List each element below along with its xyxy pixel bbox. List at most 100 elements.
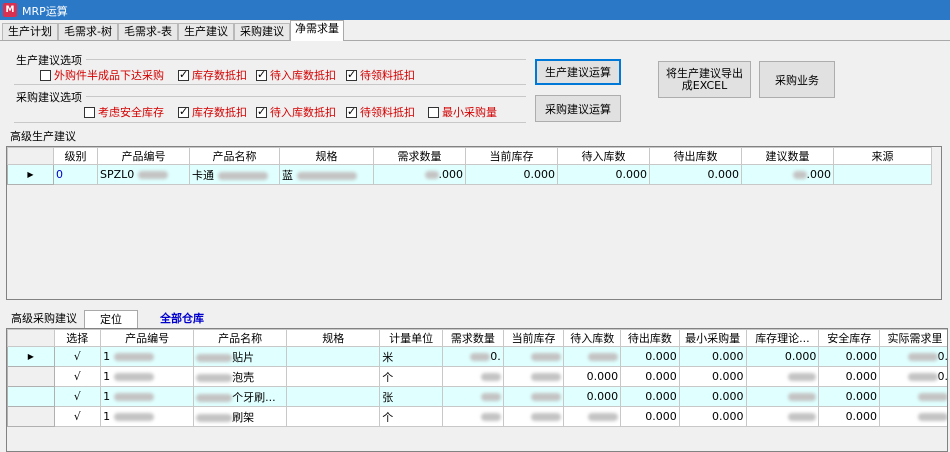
checkbox-icon[interactable] [40, 70, 51, 81]
col-header[interactable]: 待出库数 [620, 329, 680, 347]
col-header[interactable]: 建议数量 [741, 147, 834, 165]
checkbox-icon[interactable] [428, 107, 439, 118]
cell-out[interactable]: 0.000 [620, 386, 680, 407]
cell-safe[interactable]: 0.000 [818, 406, 881, 427]
cell-theory[interactable] [745, 406, 820, 427]
cell-actual[interactable] [879, 386, 947, 407]
cell-in[interactable]: 0.000 [563, 366, 622, 387]
cell-actual[interactable] [879, 406, 947, 427]
cell-name[interactable]: 刷架 [193, 406, 288, 427]
cell-code[interactable]: 1 [100, 366, 195, 387]
table-row[interactable]: ▶ 0 SPZL0 卡通 蓝 .000 0.000 0.000 0.000 .0… [7, 164, 932, 185]
col-header[interactable]: 安全库存 [818, 329, 881, 347]
cell-theory[interactable] [745, 386, 820, 407]
col-header[interactable]: 实际需求里 [879, 329, 947, 347]
cell-demand[interactable] [442, 406, 504, 427]
table-row[interactable]: √ 1 泡壳个 0.000 0.000 0.000 0.000 0. [7, 366, 947, 387]
cell-name[interactable]: 贴片 [193, 346, 288, 367]
opt-prod-incoming-deduct[interactable]: 待入库数抵扣 [256, 67, 336, 83]
tab-production-plan[interactable]: 生产计划 [2, 23, 58, 40]
checkbox-checked-icon[interactable] [346, 105, 357, 118]
cell-stock[interactable] [502, 386, 565, 407]
purchase-advice-grid[interactable]: 选择 产品编号 产品名称 规格 计量单位 需求数量 当前库存 待入库数 待出库数… [6, 328, 948, 452]
cell-unit[interactable]: 米 [379, 346, 444, 367]
col-header[interactable]: 需求数量 [373, 147, 466, 165]
cell-outgoing[interactable]: 0.000 [649, 164, 742, 185]
purchase-calc-button[interactable]: 采购建议运算 [535, 95, 621, 122]
cell-out[interactable]: 0.000 [620, 346, 680, 367]
cell-min[interactable]: 0.000 [678, 406, 747, 427]
checkbox-checked-icon[interactable] [256, 105, 267, 118]
col-header[interactable]: 规格 [279, 147, 374, 165]
export-excel-button[interactable]: 将生产建议导出 成EXCEL [658, 61, 751, 98]
opt-purch-incoming-deduct[interactable]: 待入库数抵扣 [256, 104, 336, 120]
tab-locate[interactable]: 定位 [84, 310, 138, 328]
all-warehouses-link[interactable]: 全部仓库 [150, 310, 214, 328]
cell-theory[interactable]: 0.000 [745, 346, 820, 367]
purchase-business-button[interactable]: 采购业务 [759, 61, 835, 98]
cell-name[interactable]: 个牙刷... [193, 386, 288, 407]
cell-safe[interactable]: 0.000 [818, 366, 881, 387]
col-header[interactable]: 库存理论... [745, 329, 820, 347]
table-row[interactable]: √ 1 个牙刷... 张 0.000 0.000 0.000 0.000 [7, 386, 947, 407]
cell-name[interactable]: 卡通 [189, 164, 280, 185]
cell-demand[interactable] [442, 386, 504, 407]
cell-sel[interactable]: √ [53, 366, 102, 387]
cell-out[interactable]: 0.000 [620, 406, 680, 427]
opt-outsource-to-purchase[interactable]: 外购件半成品下达采购 [40, 67, 164, 83]
tab-gross-demand-table[interactable]: 毛需求-表 [118, 23, 178, 40]
cell-sel[interactable]: √ [53, 346, 102, 367]
cell-code[interactable]: 1 [100, 346, 195, 367]
col-header[interactable]: 选择 [53, 329, 102, 347]
checkbox-checked-icon[interactable] [346, 68, 357, 81]
opt-safety-stock[interactable]: 考虑安全库存 [84, 104, 164, 120]
checkbox-checked-icon[interactable] [256, 68, 267, 81]
cell-stock[interactable]: 0.000 [465, 164, 558, 185]
col-header[interactable]: 当前库存 [465, 147, 558, 165]
cell-min[interactable]: 0.000 [678, 366, 747, 387]
col-header[interactable]: 待出库数 [649, 147, 742, 165]
cell-demand[interactable] [442, 366, 504, 387]
opt-purch-stock-deduct[interactable]: 库存数抵扣 [178, 104, 247, 120]
table-row[interactable]: ▶ √ 1 贴片米 0. 0.000 0.000 0.000 0.000 0. [7, 346, 947, 367]
tab-gross-demand-tree[interactable]: 毛需求-树 [58, 23, 118, 40]
tab-net-demand[interactable]: 净需求量 [290, 20, 344, 41]
cell-advice[interactable]: .000 [741, 164, 834, 185]
cell-in[interactable] [563, 346, 622, 367]
col-header[interactable]: 最小采购量 [678, 329, 747, 347]
table-row[interactable]: √ 1 刷架个 0.000 0.000 0.000 [7, 406, 947, 427]
opt-prod-pending-issue-deduct[interactable]: 待领料抵扣 [346, 67, 415, 83]
cell-in[interactable]: 0.000 [563, 386, 622, 407]
col-header[interactable]: 级别 [53, 147, 98, 165]
cell-safe[interactable]: 0.000 [818, 346, 881, 367]
production-advice-grid[interactable]: 级别 产品编号 产品名称 规格 需求数量 当前库存 待入库数 待出库数 建议数量… [6, 146, 942, 300]
checkbox-icon[interactable] [84, 107, 95, 118]
cell-min[interactable]: 0.000 [678, 386, 747, 407]
checkbox-checked-icon[interactable] [178, 105, 189, 118]
cell-level[interactable]: 0 [53, 164, 98, 185]
opt-min-purchase[interactable]: 最小采购量 [428, 104, 497, 120]
cell-stock[interactable] [502, 346, 565, 367]
tab-production-advice[interactable]: 生产建议 [178, 23, 234, 40]
cell-stock[interactable] [502, 366, 565, 387]
opt-prod-stock-deduct[interactable]: 库存数抵扣 [178, 67, 247, 83]
cell-code[interactable]: SPZL0 [97, 164, 190, 185]
cell-spec[interactable]: 蓝 [279, 164, 374, 185]
col-header[interactable]: 计量单位 [379, 329, 444, 347]
cell-source[interactable] [833, 164, 932, 185]
cell-safe[interactable]: 0.000 [818, 386, 881, 407]
tab-advanced-purchase[interactable]: 高级采购建议 [4, 310, 84, 328]
cell-in[interactable] [563, 406, 622, 427]
opt-purch-pending-issue-deduct[interactable]: 待领料抵扣 [346, 104, 415, 120]
cell-unit[interactable]: 个 [379, 366, 444, 387]
cell-unit[interactable]: 张 [379, 386, 444, 407]
cell-sel[interactable]: √ [53, 406, 102, 427]
col-header[interactable]: 产品名称 [189, 147, 280, 165]
production-calc-button[interactable]: 生产建议运算 [535, 59, 621, 85]
cell-demand[interactable]: .000 [373, 164, 466, 185]
tab-purchase-advice[interactable]: 采购建议 [234, 23, 290, 40]
cell-unit[interactable]: 个 [379, 406, 444, 427]
cell-actual[interactable]: 0. [879, 366, 947, 387]
col-header[interactable]: 产品名称 [193, 329, 288, 347]
cell-spec[interactable] [286, 346, 381, 367]
